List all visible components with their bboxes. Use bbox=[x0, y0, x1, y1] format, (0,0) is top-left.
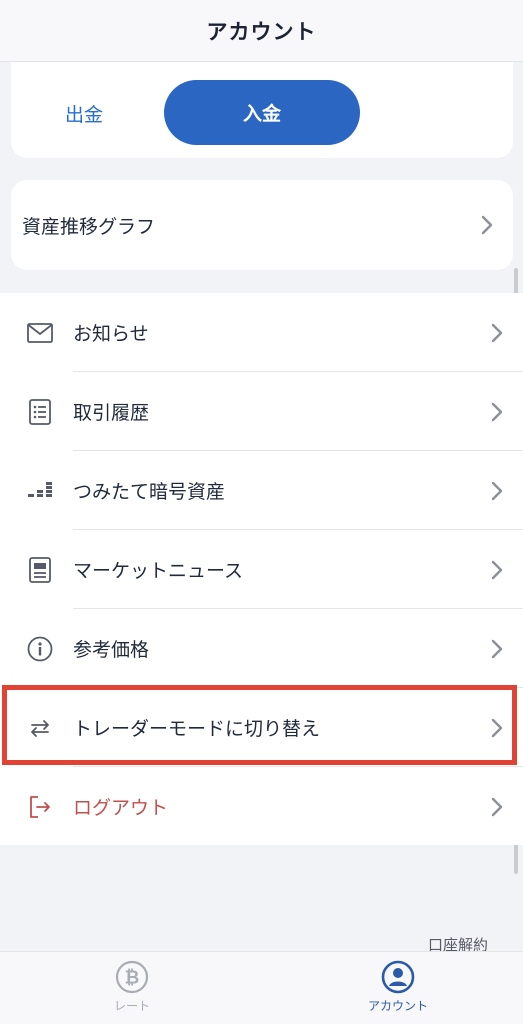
stacked-bars-icon bbox=[27, 478, 53, 504]
chevron-right-icon bbox=[481, 215, 493, 235]
withdraw-button[interactable]: 出金 bbox=[65, 100, 103, 127]
bitcoin-icon: ₿ bbox=[115, 960, 149, 994]
asset-graph-label: 資産推移グラフ bbox=[22, 215, 156, 238]
chevron-right-icon bbox=[491, 797, 503, 817]
logout-icon bbox=[27, 794, 53, 820]
menu-item-crypto-savings[interactable]: つみたて暗号資産 bbox=[0, 451, 523, 530]
menu-item-label: お知らせ bbox=[73, 323, 149, 345]
menu-item-label: 取引履歴 bbox=[73, 402, 150, 424]
menu-item-label: マーケットニュース bbox=[73, 560, 244, 582]
menu-item-market-news[interactable]: マーケットニュース bbox=[0, 530, 523, 609]
funds-card: 出金 入金 bbox=[11, 62, 513, 158]
chevron-right-icon bbox=[491, 560, 503, 580]
newspaper-icon bbox=[27, 556, 53, 583]
svg-text:₿: ₿ bbox=[125, 968, 140, 989]
menu-item-reference-price[interactable]: 参考価格 bbox=[0, 609, 523, 688]
menu-item-logout[interactable]: ログアウト bbox=[0, 767, 523, 846]
tab-account[interactable]: アカウント bbox=[338, 960, 458, 1014]
chevron-right-icon bbox=[491, 481, 503, 501]
menu-item-label: つみたて暗号資産 bbox=[73, 481, 226, 503]
tab-label: アカウント bbox=[367, 999, 428, 1013]
user-icon bbox=[381, 960, 415, 994]
menu-item-label: ログアウト bbox=[73, 797, 169, 819]
chevron-right-icon bbox=[491, 402, 503, 422]
chevron-right-icon bbox=[491, 323, 503, 343]
chevron-right-icon bbox=[491, 639, 503, 659]
menu-item-notifications[interactable]: お知らせ bbox=[0, 293, 523, 372]
info-icon bbox=[27, 636, 53, 662]
tab-label: レート bbox=[113, 999, 150, 1013]
menu-item-trade-history[interactable]: 取引履歴 bbox=[0, 372, 523, 451]
mail-icon bbox=[27, 320, 53, 346]
list-document-icon bbox=[27, 398, 53, 425]
header: アカウント bbox=[0, 0, 523, 62]
tab-rate[interactable]: ₿ レート bbox=[72, 960, 192, 1014]
deposit-button[interactable]: 入金 bbox=[164, 80, 360, 145]
page-title: アカウント bbox=[206, 19, 317, 44]
menu-item-label: 参考価格 bbox=[73, 639, 150, 661]
asset-graph-row[interactable]: 資産推移グラフ bbox=[11, 180, 513, 270]
highlight-box bbox=[2, 685, 517, 765]
tab-bar: ₿ レート アカウント bbox=[0, 951, 523, 1024]
